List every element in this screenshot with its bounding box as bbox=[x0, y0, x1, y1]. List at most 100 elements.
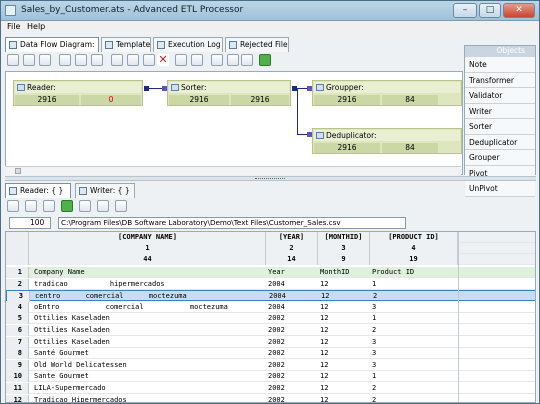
table-row[interactable]: 8 Santé Gourmet 2002 12 3 bbox=[6, 348, 535, 360]
save-icon[interactable] bbox=[75, 54, 87, 66]
remove-icon[interactable] bbox=[79, 200, 91, 212]
col-header-monthid[interactable]: [MONTHID] bbox=[318, 232, 370, 243]
rows-spinner[interactable]: 100 bbox=[9, 217, 51, 229]
zoom-icon[interactable] bbox=[211, 54, 223, 66]
col-header-productid[interactable]: [PRODUCT ID] bbox=[370, 232, 458, 243]
columns-icon[interactable] bbox=[43, 200, 55, 212]
object-grouper[interactable]: Grouper bbox=[465, 150, 535, 166]
object-validator[interactable]: Validator bbox=[465, 88, 535, 104]
data-toolbar bbox=[5, 199, 536, 213]
save-as-icon[interactable] bbox=[91, 54, 103, 66]
table-row[interactable]: 7 Ottilies Kaseladen 2002 12 3 bbox=[6, 336, 535, 348]
rejected-icon bbox=[229, 41, 237, 49]
cell-year: 2002 bbox=[268, 349, 285, 358]
table-row[interactable]: 3 centro comercial moctezuma 2004 12 2 bbox=[6, 290, 535, 303]
cell-productid: 2 bbox=[372, 326, 377, 334]
sorter-icon bbox=[171, 84, 179, 91]
menu-help[interactable]: Help bbox=[27, 22, 45, 31]
col-header-year[interactable]: [YEAR] bbox=[266, 232, 318, 243]
cell-company-name: Sante Gourmet bbox=[34, 372, 89, 381]
table-row[interactable]: 4 oEntro comercial moctezuma 2004 12 3 bbox=[6, 301, 535, 313]
cut-icon[interactable] bbox=[111, 54, 123, 66]
table-row[interactable]: 2 tradicao hipermercados 2004 12 1 bbox=[6, 278, 535, 290]
tab-data-flow-diagram[interactable]: Data Flow Diagram: bbox=[5, 37, 99, 52]
groupper-icon bbox=[316, 84, 324, 91]
delete-icon[interactable]: ✕ bbox=[157, 54, 169, 66]
tab-reader[interactable]: Reader: { } bbox=[5, 183, 71, 198]
connector bbox=[149, 88, 162, 89]
cell-company-name: Ottilies Kaseladen bbox=[34, 314, 110, 323]
cell-year: 2002 bbox=[268, 360, 285, 369]
distribute-icon[interactable] bbox=[191, 54, 203, 66]
open-icon[interactable] bbox=[39, 54, 51, 66]
diagram-horizontal-scrollbar[interactable] bbox=[5, 166, 461, 175]
cell-monthid: 12 bbox=[320, 302, 329, 311]
grid-icon[interactable] bbox=[115, 200, 127, 212]
column-divider bbox=[458, 232, 459, 402]
properties-icon[interactable] bbox=[7, 54, 19, 66]
minimize-button[interactable]: – bbox=[453, 3, 477, 18]
new-icon[interactable] bbox=[23, 54, 35, 66]
run-icon[interactable] bbox=[259, 54, 271, 66]
align-icon[interactable] bbox=[175, 54, 187, 66]
object-unpivot[interactable]: UnPivot bbox=[465, 181, 535, 197]
title-bar: Sales_by_Customer.ats - Advanced ETL Pro… bbox=[1, 1, 539, 21]
dropdown-icon[interactable] bbox=[59, 54, 71, 66]
scroll-thumb[interactable] bbox=[15, 168, 21, 174]
tab-label: Template bbox=[116, 40, 151, 49]
cell-productid: 3 bbox=[372, 337, 377, 346]
edit-icon[interactable] bbox=[25, 200, 37, 212]
object-sorter[interactable]: Sorter bbox=[465, 119, 535, 135]
copy-icon[interactable] bbox=[127, 54, 139, 66]
table-row[interactable]: 10 Sante Gourmet 2002 12 1 bbox=[6, 371, 535, 383]
menu-file[interactable]: File bbox=[7, 22, 20, 31]
table-row[interactable]: 6 Ottilies Kaseladen 2002 12 2 bbox=[6, 325, 535, 336]
sorter-node[interactable]: Sorter: 2916 2916 bbox=[167, 80, 291, 106]
objects-title: Objects bbox=[465, 46, 535, 57]
col-header-company[interactable]: [COMPANY NAME] bbox=[30, 232, 266, 243]
data-flow-diagram[interactable]: Reader: 2916 0 Sorter: 2916 2916 Grouppe… bbox=[5, 71, 463, 175]
reader-node[interactable]: Reader: 2916 0 bbox=[13, 80, 143, 106]
cell-year: 2002 bbox=[268, 314, 285, 323]
table-row[interactable]: 1 Company Name Year MonthID Product ID bbox=[6, 267, 535, 278]
file-path-field[interactable]: C:\Program Files\DB Software Laboratory\… bbox=[58, 217, 406, 229]
reader-label: Reader: bbox=[27, 83, 56, 92]
table-row[interactable]: 9 Old World Delicatessen 2002 12 3 bbox=[6, 359, 535, 371]
print-icon[interactable] bbox=[227, 54, 239, 66]
cell-monthid: 12 bbox=[320, 279, 329, 288]
splitter-grip[interactable] bbox=[255, 178, 285, 180]
cell-year: 2002 bbox=[268, 326, 285, 334]
data-grid[interactable]: [COMPANY NAME] [YEAR] [MONTHID] [PRODUCT… bbox=[5, 231, 536, 403]
cell-productid: 1 bbox=[372, 314, 377, 323]
paste-icon[interactable] bbox=[143, 54, 155, 66]
tab-execution-log[interactable]: Execution Log bbox=[153, 37, 223, 52]
tab-template[interactable]: Template bbox=[101, 37, 151, 52]
object-note[interactable]: Note bbox=[465, 57, 535, 73]
table-row[interactable]: 5 Ottilies Kaseladen 2002 12 1 bbox=[6, 313, 535, 325]
panel-splitter[interactable] bbox=[5, 176, 536, 181]
table-row[interactable]: 11 LILA-Supermercado 2002 12 2 bbox=[6, 383, 535, 394]
object-deduplicator[interactable]: Deduplicator bbox=[465, 134, 535, 150]
object-transformer[interactable]: Transformer bbox=[465, 72, 535, 88]
groupper-node[interactable]: Groupper: 2916 84 bbox=[312, 80, 462, 106]
add-icon[interactable] bbox=[61, 200, 73, 212]
tab-writer[interactable]: Writer: { } bbox=[75, 183, 135, 198]
grid-header-index: 1 2 3 4 bbox=[6, 243, 535, 254]
col-index: 4 bbox=[370, 243, 458, 254]
table-row[interactable]: 12 Tradicao Hipermercados 2002 12 2 bbox=[6, 394, 535, 402]
tab-label: Execution Log bbox=[168, 40, 221, 49]
tab-label: Reader: { } bbox=[20, 186, 64, 195]
deduplicator-count-in: 2916 bbox=[314, 143, 380, 153]
close-button[interactable]: ✕ bbox=[503, 3, 535, 18]
preview-icon[interactable] bbox=[241, 54, 253, 66]
refresh-icon[interactable] bbox=[7, 200, 19, 212]
fixed-width-icon[interactable] bbox=[97, 200, 109, 212]
maximize-button[interactable]: □ bbox=[479, 3, 501, 18]
object-writer[interactable]: Writer bbox=[465, 103, 535, 119]
cell-company-name: Old World Delicatessen bbox=[34, 360, 127, 369]
cell-monthid: 12 bbox=[320, 384, 329, 392]
sorter-count-out: 2916 bbox=[231, 95, 289, 105]
deduplicator-node[interactable]: Deduplicator: 2916 84 bbox=[312, 128, 462, 154]
tab-rejected-file[interactable]: Rejected File bbox=[225, 37, 289, 52]
cell-company-name: Ottilies Kaseladen bbox=[34, 337, 110, 346]
